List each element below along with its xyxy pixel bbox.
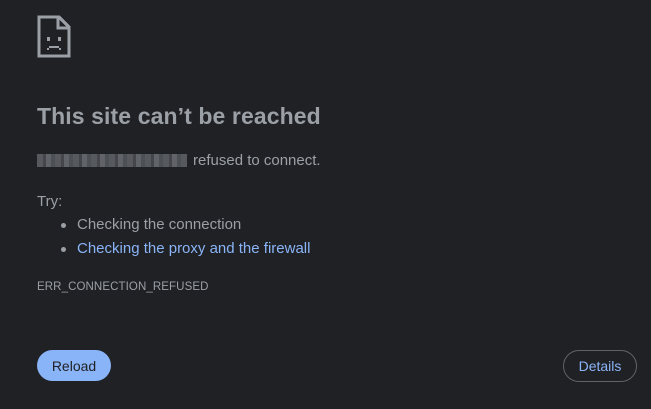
suggestion-check-connection: Checking the connection [77,216,242,233]
sad-page-icon [37,15,71,58]
details-button[interactable]: Details [563,350,637,382]
suggestion-item[interactable]: Checking the proxy and the firewall [58,238,310,262]
suggestion-item: Checking the connection [58,214,310,238]
refused-message: refused to connect. [37,152,321,169]
suggestions-list: Checking the connection Checking the pro… [58,214,310,262]
page-title: This site can’t be reached [37,103,321,129]
try-label: Try: [37,193,63,210]
error-page: This site can’t be reached refused to co… [0,0,651,409]
blurred-hostname [37,154,187,167]
error-code: ERR_CONNECTION_REFUSED [37,281,209,293]
refused-text: refused to connect. [193,152,321,169]
reload-button[interactable]: Reload [37,350,111,381]
suggestion-check-proxy-link[interactable]: Checking the proxy and the firewall [77,240,310,257]
